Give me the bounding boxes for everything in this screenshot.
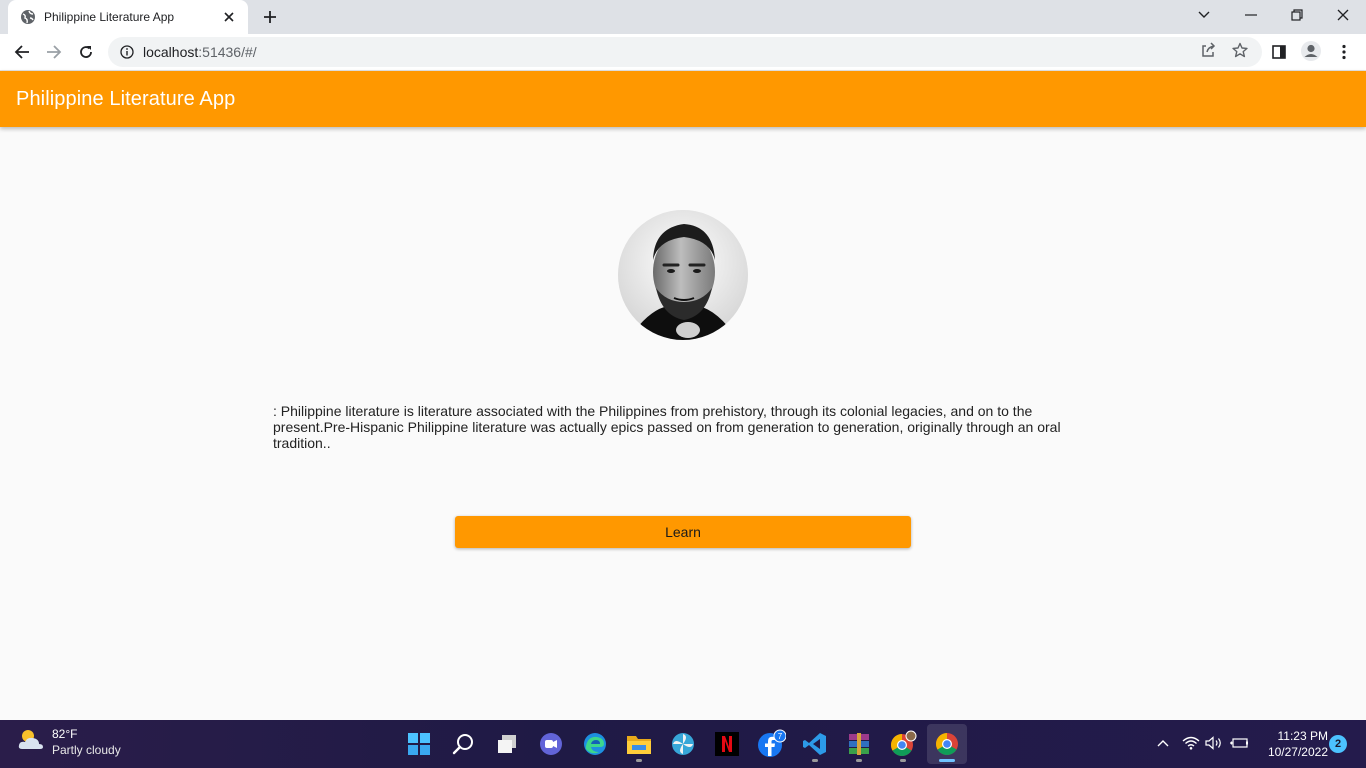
app-title: Philippine Literature App: [16, 87, 236, 110]
browser-tab[interactable]: Philippine Literature App: [8, 0, 248, 34]
facebook-badge: 7: [778, 732, 783, 741]
chrome-profile-icon[interactable]: [883, 724, 923, 764]
chrome-icon[interactable]: [927, 724, 967, 764]
new-tab-button[interactable]: [258, 6, 282, 28]
chevron-up-icon[interactable]: [1152, 732, 1174, 754]
windows-taskbar: 82°F Partly cloudy 7 11:23 PM 10/27/2022: [0, 720, 1366, 768]
notification-badge[interactable]: 2: [1329, 735, 1347, 753]
battery-icon[interactable]: [1228, 732, 1250, 754]
running-indicator: [812, 759, 818, 762]
url-host: localhost: [143, 44, 199, 60]
close-window-icon[interactable]: [1320, 0, 1366, 30]
portrait-avatar: [618, 210, 748, 340]
back-icon[interactable]: [8, 38, 36, 66]
chat-icon[interactable]: [531, 724, 571, 764]
minimize-icon[interactable]: [1228, 0, 1274, 30]
running-indicator: [856, 759, 862, 762]
globe-icon: [20, 9, 36, 25]
tab-title: Philippine Literature App: [44, 10, 175, 24]
url-path: :51436/#/: [198, 44, 257, 60]
menu-kebab-icon[interactable]: [1333, 41, 1355, 63]
clock-time: 11:23 PM: [1277, 729, 1328, 743]
literature-description: : Philippine literature is literature as…: [273, 403, 1061, 451]
facebook-icon[interactable]: 7: [751, 724, 791, 764]
wifi-icon[interactable]: [1180, 732, 1202, 754]
clock-date: 10/27/2022: [1267, 745, 1328, 759]
start-button[interactable]: [399, 724, 439, 764]
running-indicator: [636, 759, 642, 762]
weather-widget[interactable]: 82°F Partly cloudy: [16, 726, 121, 758]
share-icon[interactable]: [1199, 41, 1217, 59]
active-indicator: [939, 759, 955, 762]
reload-icon[interactable]: [72, 38, 100, 66]
edge-browser-icon[interactable]: [575, 724, 615, 764]
site-info-icon[interactable]: [119, 44, 135, 60]
pinwheel-app-icon[interactable]: [663, 724, 703, 764]
weather-condition: Partly cloudy: [52, 743, 121, 757]
app-bar: Philippine Literature App: [0, 71, 1366, 127]
url-text: localhost:51436/#/: [143, 44, 257, 60]
browser-toolbar: localhost:51436/#/: [0, 34, 1366, 71]
weather-temp: 82°F: [52, 727, 78, 741]
bookmark-star-icon[interactable]: [1231, 41, 1249, 59]
forward-icon[interactable]: [40, 38, 68, 66]
tab-search-icon[interactable]: [1181, 0, 1227, 30]
browser-tab-strip: Philippine Literature App: [0, 0, 1366, 34]
file-explorer-icon[interactable]: [619, 724, 659, 764]
profile-avatar-icon[interactable]: [1300, 40, 1322, 62]
system-clock[interactable]: 11:23 PM 10/27/2022: [1256, 728, 1328, 760]
vscode-icon[interactable]: [795, 724, 835, 764]
search-icon[interactable]: [443, 724, 483, 764]
volume-icon[interactable]: [1203, 732, 1225, 754]
side-panel-icon[interactable]: [1268, 41, 1290, 63]
address-bar[interactable]: localhost:51436/#/: [108, 37, 1262, 67]
task-view-icon[interactable]: [487, 724, 527, 764]
restore-icon[interactable]: [1274, 0, 1320, 30]
winrar-icon[interactable]: [839, 724, 879, 764]
running-indicator: [900, 759, 906, 762]
learn-button[interactable]: Learn: [455, 516, 911, 548]
netflix-icon[interactable]: [707, 724, 747, 764]
partly-cloudy-icon: [16, 727, 46, 758]
close-tab-icon[interactable]: [220, 8, 238, 26]
